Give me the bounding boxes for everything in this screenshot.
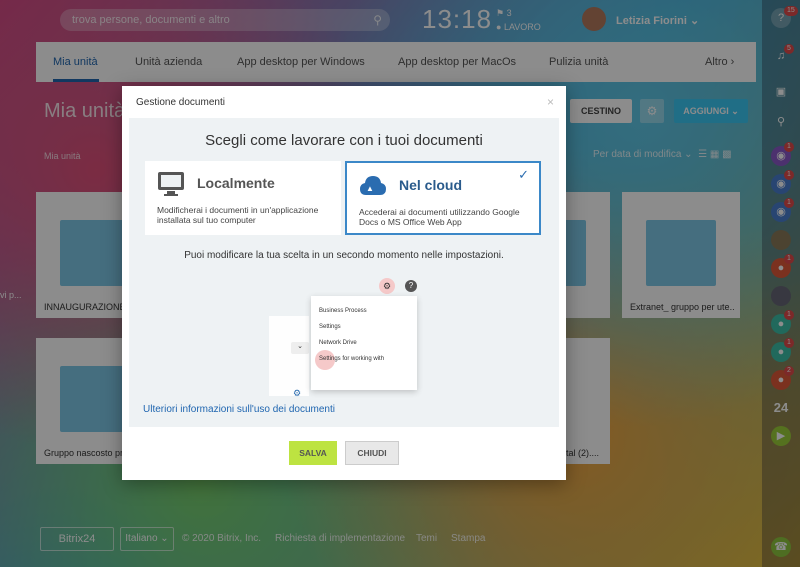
illustration-panel — [269, 316, 309, 396]
close-button[interactable]: CHIUDI — [345, 441, 399, 465]
option-cloud-title: Nel cloud — [399, 177, 463, 193]
monitor-icon — [158, 172, 184, 196]
close-icon[interactable]: × — [547, 95, 554, 109]
illustration-menu-item: Network Drive — [319, 340, 357, 346]
more-info-link[interactable]: Ulteriori informazioni sull'uso dei docu… — [143, 404, 335, 415]
option-local-title: Localmente — [197, 175, 275, 191]
illustration-gear-highlight-icon: ⚙ — [379, 278, 395, 294]
illustration-menu: Business Process Settings Network Drive … — [311, 296, 417, 390]
illustration-menu-item: Business Process — [319, 308, 367, 314]
checkmark-icon: ✓ — [518, 167, 529, 182]
option-local[interactable]: Localmente Modificherai i documenti in u… — [145, 161, 341, 235]
document-settings-dialog: Gestione documenti × Scegli come lavorar… — [122, 86, 566, 480]
dialog-title: Gestione documenti — [136, 97, 225, 108]
svg-text:▲: ▲ — [366, 184, 374, 193]
option-cloud-desc: Accederai ai documenti utilizzando Googl… — [359, 207, 520, 227]
illustration-gear-icon: ⚙ — [293, 388, 302, 398]
dialog-note: Puoi modificare la tua scelta in un seco… — [184, 250, 504, 261]
illustration-menu-item: Settings — [319, 324, 341, 330]
illustration-chevron-icon: ⌄ — [291, 342, 309, 354]
settings-illustration: ⌄ ⚙ ⚙ ? Business Process Settings Networ… — [269, 276, 425, 398]
dialog-body: Scegli come lavorare con i tuoi document… — [129, 118, 559, 427]
cloud-icon: ▲ — [360, 176, 386, 195]
save-button[interactable]: SALVA — [289, 441, 337, 465]
option-cloud[interactable]: ▲ Nel cloud Accederai ai documenti utili… — [345, 161, 541, 235]
illustration-menu-item: Settings for working with — [319, 356, 385, 362]
illustration-help-icon: ? — [405, 280, 417, 292]
dialog-heading: Scegli come lavorare con i tuoi document… — [205, 132, 483, 149]
option-local-desc: Modificherai i documenti in un'applicazi… — [157, 205, 319, 225]
